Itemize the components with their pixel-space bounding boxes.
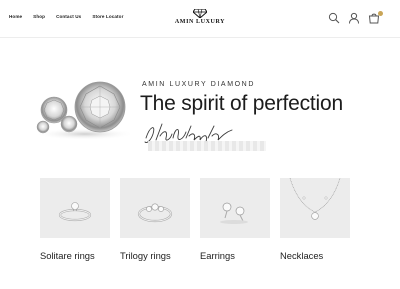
hero-kicker: AMIN LUXURY DIAMOND <box>142 81 255 88</box>
category-trilogy-rings[interactable]: Trilogy rings <box>120 178 190 268</box>
cart-badge <box>378 11 383 16</box>
category-label: Necklaces <box>280 250 324 261</box>
hero-banner: AMIN LUXURY DIAMOND The spirit of perfec… <box>30 62 375 162</box>
brand-name: AMIN LUXURY <box>174 19 226 25</box>
nav-store-locator[interactable]: Store Locator <box>92 14 123 19</box>
site-header: Home Shop Contact Us Store Locator AMIN … <box>0 0 400 38</box>
brand-logo[interactable]: AMIN LUXURY <box>170 9 230 31</box>
category-necklaces[interactable]: Necklaces <box>280 178 350 268</box>
header-icons <box>328 11 383 24</box>
main-nav: Home Shop Contact Us Store Locator <box>9 14 123 19</box>
category-earrings[interactable]: Earrings <box>200 178 270 268</box>
search-icon[interactable] <box>328 12 340 24</box>
watermark-strip <box>148 141 266 151</box>
cart-icon[interactable] <box>368 11 383 24</box>
earrings-image <box>200 178 270 238</box>
category-label: Solitare rings <box>40 250 95 261</box>
category-solitare-rings[interactable]: Solitare rings <box>40 178 110 268</box>
nav-shop[interactable]: Shop <box>33 14 45 19</box>
category-label: Trilogy rings <box>120 250 171 261</box>
hero-title: The spirit of perfection <box>140 92 343 115</box>
nav-contact-us[interactable]: Contact Us <box>56 14 81 19</box>
diamond-logo-icon <box>193 9 207 18</box>
user-icon[interactable] <box>348 12 360 24</box>
necklace-image <box>280 178 350 238</box>
nav-home[interactable]: Home <box>9 14 22 19</box>
solitaire-ring-image <box>40 178 110 238</box>
diamonds-image <box>35 81 135 140</box>
category-label: Earrings <box>200 250 235 261</box>
trilogy-ring-image <box>120 178 190 238</box>
category-grid: Solitare rings Trilogy rings Earrings Ne… <box>40 178 370 268</box>
